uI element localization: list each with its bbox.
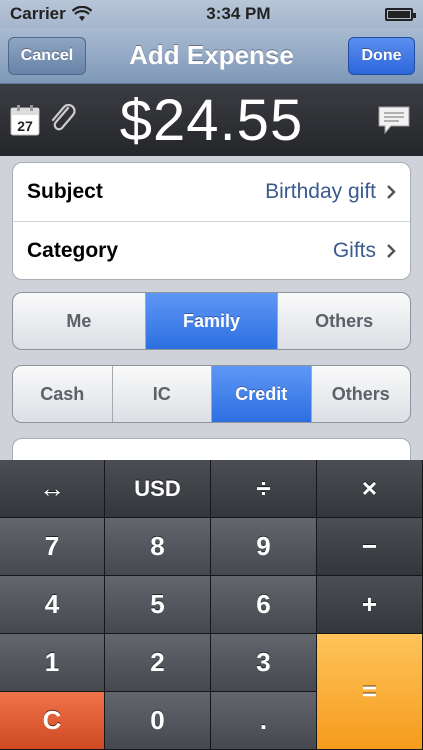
category-label: Category (27, 238, 119, 262)
calculator-keypad: ↔ USD ÷ × 7 8 9 − 4 5 6 + 1 2 3 = C 0 . (0, 460, 423, 750)
decimal-key[interactable]: . (211, 692, 317, 750)
subject-label: Subject (27, 180, 103, 203)
form-content: Subject Birthday gift Category Gifts Me … (0, 156, 423, 478)
key-1[interactable]: 1 (0, 634, 105, 692)
segment-cash[interactable]: Cash (13, 366, 113, 422)
key-8[interactable]: 8 (105, 518, 211, 576)
multiply-key[interactable]: × (317, 460, 423, 518)
status-bar: Carrier 3:34 PM (0, 0, 423, 28)
subject-row[interactable]: Subject Birthday gift (13, 163, 410, 221)
key-3[interactable]: 3 (211, 634, 317, 692)
amount-bar: 27 $24.55 (0, 84, 423, 156)
equals-key[interactable]: = (317, 634, 423, 750)
chevron-right-icon (387, 243, 396, 258)
payer-segmented-control: Me Family Others (12, 292, 411, 350)
plus-key[interactable]: + (317, 576, 423, 634)
category-value: Gifts (332, 238, 376, 262)
subject-value: Birthday gift (265, 180, 376, 203)
details-group: Subject Birthday gift Category Gifts (12, 162, 411, 280)
calendar-day: 27 (17, 118, 33, 134)
minus-key[interactable]: − (317, 518, 423, 576)
chevron-right-icon (387, 185, 396, 199)
category-row[interactable]: Category Gifts (13, 221, 410, 279)
status-time: 3:34 PM (206, 4, 271, 23)
status-left: Carrier (10, 4, 92, 24)
segment-family[interactable]: Family (145, 293, 279, 349)
carrier-label: Carrier (10, 4, 66, 23)
wifi-icon (71, 6, 92, 21)
key-9[interactable]: 9 (211, 518, 317, 576)
segment-others-payment[interactable]: Others (312, 366, 411, 422)
key-2[interactable]: 2 (105, 634, 211, 692)
done-button[interactable]: Done (348, 37, 415, 75)
note-icon[interactable] (377, 104, 411, 136)
swap-key[interactable]: ↔ (0, 460, 105, 518)
segment-credit[interactable]: Credit (212, 366, 312, 422)
calendar-icon[interactable]: 27 (10, 104, 40, 136)
key-0[interactable]: 0 (105, 692, 211, 750)
paperclip-icon[interactable] (48, 102, 78, 136)
nav-bar: Cancel Add Expense Done (0, 28, 423, 84)
key-5[interactable]: 5 (105, 576, 211, 634)
clear-key[interactable]: C (0, 692, 105, 750)
key-7[interactable]: 7 (0, 518, 105, 576)
key-6[interactable]: 6 (211, 576, 317, 634)
key-4[interactable]: 4 (0, 576, 105, 634)
segment-me[interactable]: Me (13, 293, 146, 349)
amount-display: $24.55 (119, 87, 304, 153)
battery-icon (384, 7, 416, 21)
segment-ic[interactable]: IC (113, 366, 212, 422)
page-title: Add Expense (129, 40, 294, 70)
currency-key[interactable]: USD (105, 460, 211, 518)
payment-segmented-control: Cash IC Credit Others (12, 365, 411, 423)
divide-key[interactable]: ÷ (211, 460, 317, 518)
cancel-button[interactable]: Cancel (8, 37, 86, 75)
segment-others[interactable]: Others (278, 293, 410, 349)
